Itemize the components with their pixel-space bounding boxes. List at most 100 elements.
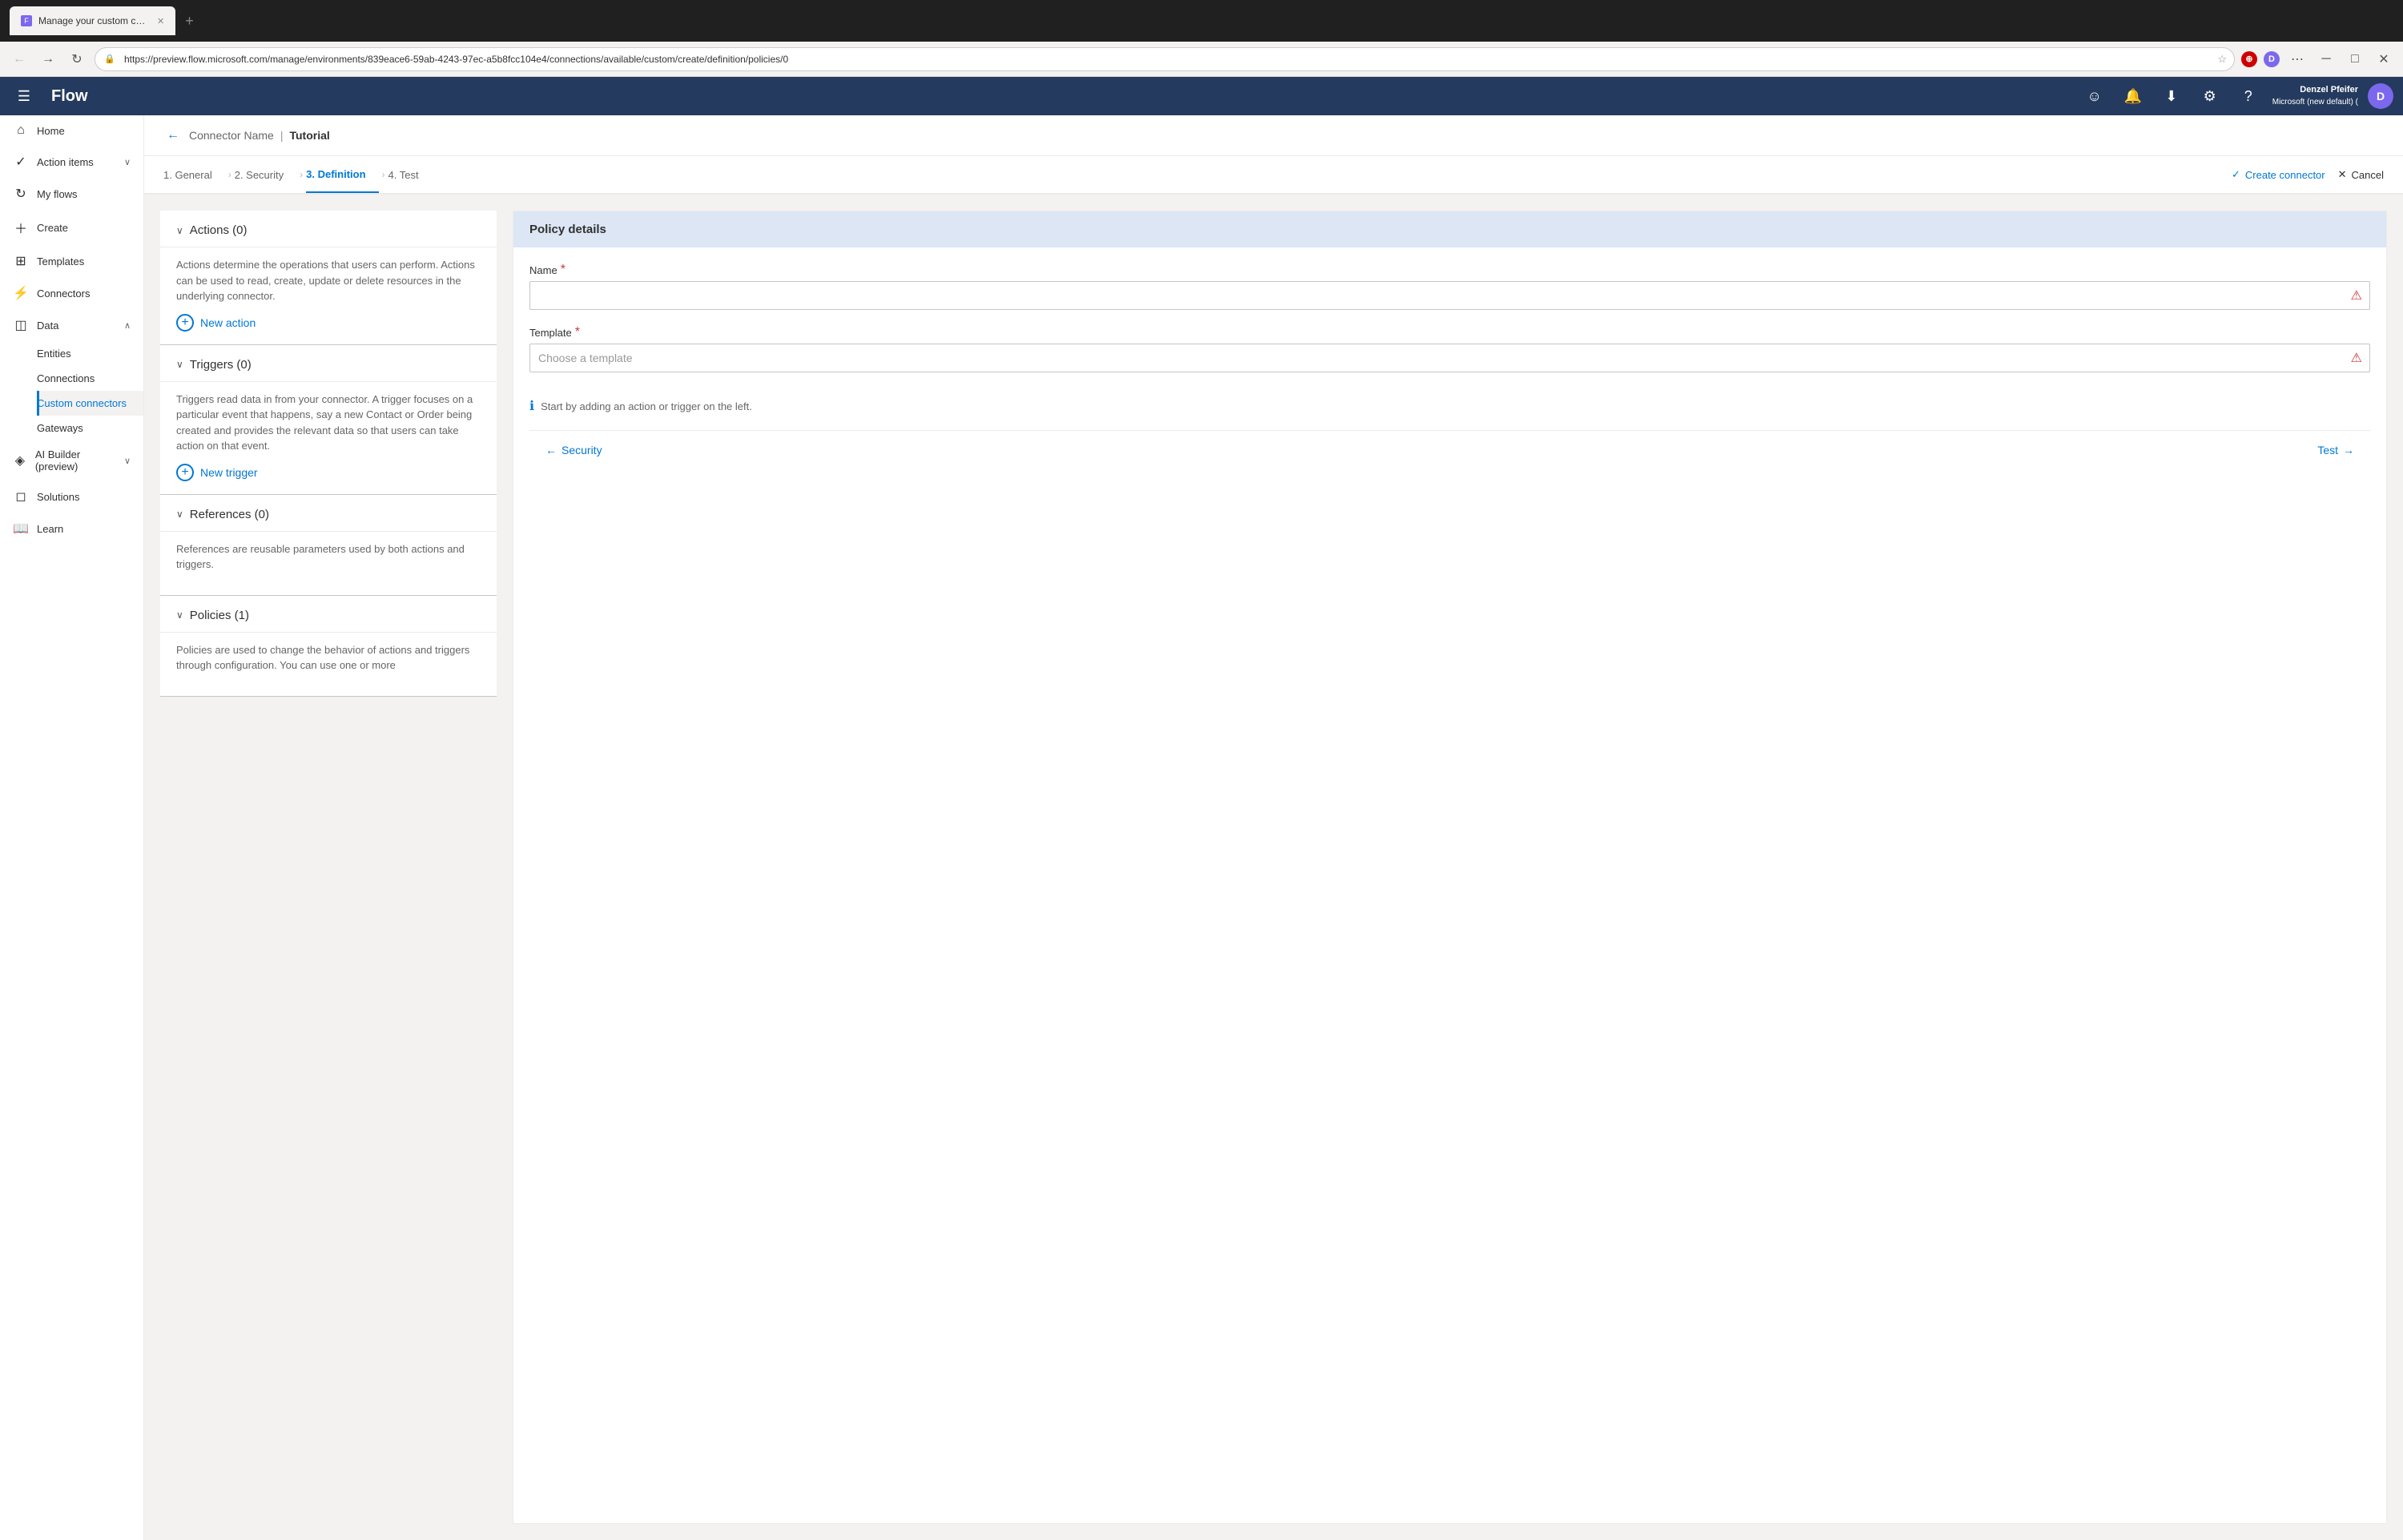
references-section-body: References are reusable parameters used … xyxy=(160,532,497,596)
wizard-step-definition-label: 3. Definition xyxy=(306,168,365,180)
breadcrumb-back-button[interactable]: ← xyxy=(163,125,183,146)
info-icon: ℹ xyxy=(529,398,534,414)
name-field-wrapper: ⚠ xyxy=(529,281,2370,310)
wizard-step-security-label: 2. Security xyxy=(235,169,284,181)
nav-back-button[interactable]: ← Security xyxy=(545,444,602,456)
sidebar-label-learn: Learn xyxy=(37,523,63,535)
browser-chrome: F Manage your custom connectors ✕ + xyxy=(0,0,2403,42)
bookmark-icon[interactable]: ☆ xyxy=(2217,53,2227,66)
nav-next-button[interactable]: Test → xyxy=(2317,444,2354,456)
sidebar-item-solutions[interactable]: ◻ Solutions xyxy=(0,480,143,513)
actions-section: ∨ Actions (0) Actions determine the oper… xyxy=(160,211,497,345)
plus-icon-action: + xyxy=(176,314,194,332)
sidebar-item-templates[interactable]: ⊞ Templates xyxy=(0,245,143,277)
policies-section-title: Policies (1) xyxy=(190,609,249,622)
sidebar-item-entities[interactable]: Entities xyxy=(37,341,143,366)
lock-icon: 🔒 xyxy=(104,54,115,64)
references-section: ∨ References (0) References are reusable… xyxy=(160,495,497,596)
back-arrow-icon: ← xyxy=(545,444,557,456)
notification-button[interactable]: 🔔 xyxy=(2119,82,2147,111)
top-nav: ☰ Flow ☺ 🔔 ⬇ ⚙ ? Denzel Pfeifer Microsof… xyxy=(0,77,2403,115)
new-trigger-button[interactable]: + New trigger xyxy=(176,464,258,481)
wizard-step-test[interactable]: 4. Test xyxy=(388,169,432,181)
wizard-step-definition[interactable]: 3. Definition xyxy=(306,156,378,193)
wizard-chevron-2: › xyxy=(300,169,303,180)
workspace: ∨ Actions (0) Actions determine the oper… xyxy=(144,195,2403,1540)
sidebar-item-home[interactable]: ⌂ Home xyxy=(0,115,143,146)
wizard-step-general-label: 1. General xyxy=(163,169,212,181)
template-field-group: Template * Choose a template ⚠ xyxy=(529,326,2370,372)
wizard-chevron-3: › xyxy=(382,169,385,180)
connectors-icon: ⚡ xyxy=(13,285,29,301)
my-flows-icon: ↻ xyxy=(13,186,29,202)
forward-button[interactable]: → xyxy=(37,48,59,70)
references-section-header: ∨ References (0) xyxy=(160,495,497,532)
references-chevron-icon: ∨ xyxy=(176,509,183,520)
tab-favicon: F xyxy=(21,15,32,26)
name-label: Name * xyxy=(529,263,2370,276)
tab-close-icon[interactable]: ✕ xyxy=(157,16,164,26)
download-button[interactable]: ⬇ xyxy=(2157,82,2186,111)
home-icon: ⌂ xyxy=(13,123,29,138)
triggers-section-body: Triggers read data in from your connecto… xyxy=(160,382,497,495)
references-description: References are reusable parameters used … xyxy=(176,541,481,573)
sidebar-label-connections: Connections xyxy=(37,372,95,384)
actions-section-header: ∨ Actions (0) xyxy=(160,211,497,247)
refresh-button[interactable]: ↻ xyxy=(66,48,88,70)
sidebar-label-connectors: Connectors xyxy=(37,287,90,300)
restore-button[interactable]: □ xyxy=(2344,48,2366,70)
wizard-step-test-label: 4. Test xyxy=(388,169,419,181)
template-required-indicator: * xyxy=(575,326,580,339)
app-logo: Flow xyxy=(51,87,88,106)
sidebar-item-action-items[interactable]: ✓ Action items ∨ xyxy=(0,146,143,178)
extension-icon-purple[interactable]: D xyxy=(2264,51,2280,67)
template-label-text: Template xyxy=(529,327,572,339)
sidebar-item-connectors[interactable]: ⚡ Connectors xyxy=(0,277,143,309)
back-button[interactable]: ← xyxy=(8,48,30,70)
more-options-button[interactable]: ⋯ xyxy=(2286,48,2308,70)
sidebar-item-my-flows[interactable]: ↻ My flows xyxy=(0,178,143,210)
triggers-section-title: Triggers (0) xyxy=(190,358,252,372)
wizard-step-general[interactable]: 1. General xyxy=(163,169,225,181)
sidebar-item-learn[interactable]: 📖 Learn xyxy=(0,513,143,545)
cancel-button[interactable]: ✕ Cancel xyxy=(2338,168,2384,181)
breadcrumb: ← Connector Name | Tutorial xyxy=(144,115,2403,156)
template-select[interactable]: Choose a template xyxy=(529,344,2370,372)
address-input[interactable] xyxy=(95,47,2235,71)
sidebar-item-data[interactable]: ◫ Data ∧ xyxy=(0,309,143,341)
hamburger-button[interactable]: ☰ xyxy=(10,82,38,111)
user-avatar[interactable]: D xyxy=(2368,83,2393,109)
actions-section-body: Actions determine the operations that us… xyxy=(160,247,497,345)
solutions-icon: ◻ xyxy=(13,489,29,505)
active-tab[interactable]: F Manage your custom connectors ✕ xyxy=(10,6,175,35)
name-input[interactable] xyxy=(529,281,2370,310)
emoji-button[interactable]: ☺ xyxy=(2080,82,2109,111)
settings-button[interactable]: ⚙ xyxy=(2196,82,2224,111)
close-button[interactable]: ✕ xyxy=(2373,48,2395,70)
wizard-step-security[interactable]: 2. Security xyxy=(235,169,296,181)
extension-icon-red[interactable]: ⊕ xyxy=(2241,51,2257,67)
sidebar-item-ai-builder[interactable]: ◈ AI Builder (preview) ∨ xyxy=(0,440,143,480)
breadcrumb-current: Tutorial xyxy=(289,129,329,142)
plus-icon-trigger: + xyxy=(176,464,194,481)
sidebar-item-connections[interactable]: Connections xyxy=(37,366,143,391)
minimize-button[interactable]: ─ xyxy=(2315,48,2337,70)
sidebar-item-create[interactable]: ＋ Create xyxy=(0,210,143,245)
new-tab-button[interactable]: + xyxy=(179,10,200,33)
next-arrow-icon: → xyxy=(2343,444,2354,456)
references-section-title: References (0) xyxy=(190,508,269,521)
main-area: ⌂ Home ✓ Action items ∨ ↻ My flows ＋ Cre… xyxy=(0,115,2403,1540)
sidebar-label-entities: Entities xyxy=(37,348,71,360)
chevron-down-icon: ∨ xyxy=(124,157,131,167)
sidebar-item-custom-connectors[interactable]: Custom connectors xyxy=(37,391,143,416)
sidebar-label-data: Data xyxy=(37,320,58,332)
policies-section-body: Policies are used to change the behavior… xyxy=(160,633,497,697)
new-action-button[interactable]: + New action xyxy=(176,314,256,332)
sidebar-item-gateways[interactable]: Gateways xyxy=(37,416,143,440)
policies-description: Policies are used to change the behavior… xyxy=(176,642,481,673)
breadcrumb-separator: | xyxy=(280,129,284,142)
create-connector-button[interactable]: ✓ Create connector xyxy=(2232,168,2325,181)
learn-icon: 📖 xyxy=(13,521,29,537)
help-button[interactable]: ? xyxy=(2234,82,2263,111)
user-info: Denzel Pfeifer Microsoft (new default) ( xyxy=(2272,84,2358,107)
